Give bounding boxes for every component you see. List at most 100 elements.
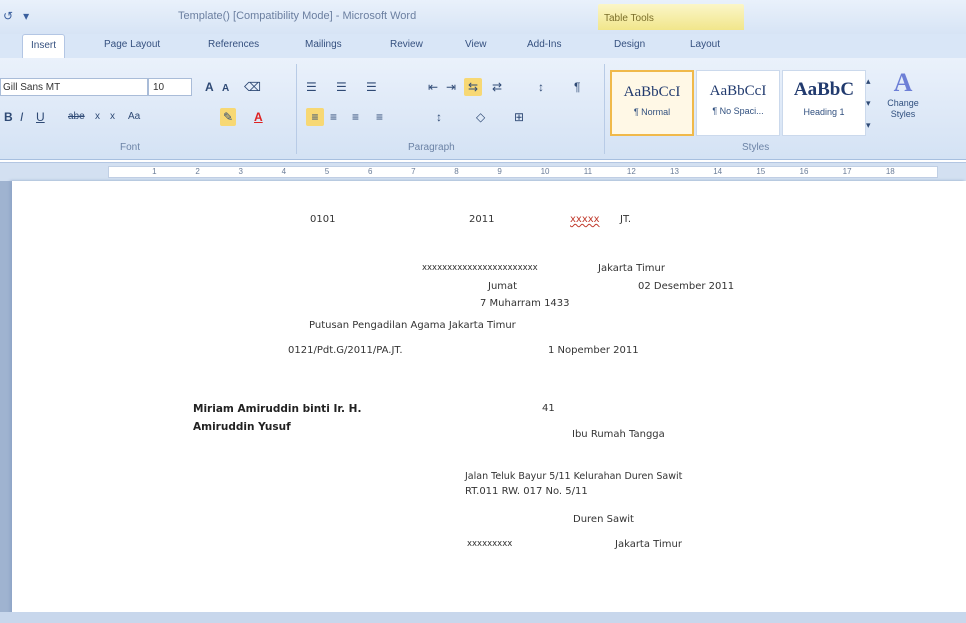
doc-text: Duren Sawit bbox=[573, 514, 634, 525]
strikethrough-button[interactable]: abe bbox=[68, 108, 85, 126]
status-bar bbox=[0, 612, 966, 623]
justify-icon[interactable]: ≡ bbox=[376, 108, 383, 126]
ruler-tick-label: 6 bbox=[367, 167, 373, 176]
style-no-spacing[interactable]: AaBbCcI ¶ No Spaci... bbox=[696, 70, 780, 136]
align-right-icon[interactable]: ≡ bbox=[352, 108, 359, 126]
doc-text-bold: Amiruddin Yusuf bbox=[193, 421, 291, 433]
doc-text: 1 Nopember 2011 bbox=[548, 345, 639, 356]
doc-text: Putusan Pengadilan Agama Jakarta Timur bbox=[309, 320, 516, 331]
undo-icon[interactable]: ↺ bbox=[0, 9, 16, 23]
text-direction-icon[interactable]: ⇆ bbox=[464, 78, 482, 96]
document-area: 0101 2011 xxxxx JT. xxxxxxxxxxxxxxxxxxxx… bbox=[0, 181, 966, 623]
quick-access-toolbar: ↺ ▾ bbox=[0, 6, 32, 26]
align-center-icon[interactable]: ≡ bbox=[330, 108, 337, 126]
ruler-tick-label: 9 bbox=[497, 167, 502, 176]
doc-text: 02 Desember 2011 bbox=[638, 281, 735, 292]
table-tools-group: Table Tools bbox=[598, 4, 744, 30]
show-formatting-button[interactable]: ¶ bbox=[574, 78, 580, 96]
ruler-tick-label: 5 bbox=[324, 167, 330, 176]
table-tools-label: Table Tools bbox=[604, 13, 654, 24]
ribbon-tabs: Insert Page Layout References Mailings R… bbox=[0, 34, 966, 59]
ruler-tick-label: 12 bbox=[626, 167, 636, 176]
tab-design[interactable]: Design bbox=[614, 39, 645, 50]
style-sample: AaBbCcI bbox=[709, 83, 767, 99]
ruler-tick-label: 4 bbox=[281, 167, 287, 176]
tab-references[interactable]: References bbox=[208, 39, 259, 50]
rtl-icon[interactable]: ⇄ bbox=[492, 78, 502, 96]
window-title: Template() [Compatibility Mode] - Micros… bbox=[178, 10, 417, 22]
ruler-tick-label: 14 bbox=[713, 167, 723, 176]
bold-button[interactable]: B bbox=[4, 108, 13, 126]
doc-text: 2011 bbox=[469, 214, 495, 225]
font-color-button[interactable]: A bbox=[254, 108, 263, 126]
style-normal[interactable]: AaBbCcI ¶ Normal bbox=[610, 70, 694, 136]
font-size-box[interactable]: 10 bbox=[148, 78, 192, 96]
align-left-icon[interactable]: ≡ bbox=[306, 108, 324, 126]
grow-font-button[interactable]: A bbox=[205, 78, 214, 96]
ruler-tick-label: 10 bbox=[540, 167, 550, 176]
doc-text: Jakarta Timur bbox=[598, 263, 665, 274]
sort-icon[interactable]: ↕ bbox=[538, 78, 544, 96]
styles-scroll-up-icon[interactable]: ▴ bbox=[866, 72, 871, 90]
vertical-ruler bbox=[0, 181, 12, 623]
multilevel-list-icon[interactable]: ☰ bbox=[366, 78, 377, 96]
change-styles-button[interactable]: A Change Styles bbox=[876, 68, 930, 140]
doc-text: 41 bbox=[542, 403, 555, 414]
change-styles-icon: A bbox=[893, 68, 913, 97]
document-page[interactable]: 0101 2011 xxxxx JT. xxxxxxxxxxxxxxxxxxxx… bbox=[12, 181, 966, 623]
doc-text: JT. bbox=[620, 214, 632, 225]
font-group-label: Font bbox=[120, 142, 141, 153]
clear-formatting-icon[interactable]: ⌫ bbox=[244, 78, 261, 96]
ruler-tick-label: 2 bbox=[195, 167, 200, 176]
styles-more-icon[interactable]: ▾ bbox=[866, 116, 871, 134]
ruler-tick-label: 8 bbox=[454, 167, 459, 176]
doc-text: Jalan Teluk Bayur 5/11 Kelurahan Duren S… bbox=[465, 471, 683, 482]
subscript-button[interactable]: x bbox=[95, 108, 100, 126]
font-name-box[interactable]: Gill Sans MT bbox=[0, 78, 148, 96]
style-name: ¶ No Spaci... bbox=[712, 106, 764, 116]
change-case-button[interactable]: Aa bbox=[128, 108, 140, 126]
paragraph-group-label: Paragraph bbox=[408, 142, 455, 153]
tab-view[interactable]: View bbox=[465, 39, 487, 50]
highlight-icon[interactable]: ✎ bbox=[220, 108, 236, 126]
ribbon: Gill Sans MT 10 A A ⌫ B I U abe x x Aa ✎… bbox=[0, 58, 966, 160]
doc-text: 0121/Pdt.G/2011/PA.JT. bbox=[288, 345, 403, 356]
doc-text: Ibu Rumah Tangga bbox=[572, 429, 665, 440]
tab-review[interactable]: Review bbox=[390, 39, 423, 50]
doc-text: RT.011 RW. 017 No. 5/11 bbox=[465, 486, 588, 497]
styles-scroll-down-icon[interactable]: ▾ bbox=[866, 94, 871, 112]
ruler-tick-label: 15 bbox=[756, 167, 766, 176]
doc-text: xxxxxxxxx bbox=[467, 539, 513, 549]
decrease-indent-icon[interactable]: ⇤ bbox=[428, 78, 438, 96]
tab-insert[interactable]: Insert bbox=[22, 34, 66, 58]
tab-add-ins[interactable]: Add-Ins bbox=[527, 39, 561, 50]
ruler-tick-label: 13 bbox=[670, 167, 679, 176]
tab-page-layout[interactable]: Page Layout bbox=[104, 39, 160, 50]
borders-icon[interactable]: ⊞ bbox=[514, 108, 524, 126]
ruler-tick-label: 17 bbox=[842, 167, 852, 176]
shading-icon[interactable]: ◇ bbox=[476, 108, 485, 126]
qat-dropdown-icon[interactable]: ▾ bbox=[20, 9, 32, 23]
tab-layout[interactable]: Layout bbox=[690, 39, 720, 50]
increase-indent-icon[interactable]: ⇥ bbox=[446, 78, 456, 96]
ribbon-separator bbox=[604, 64, 605, 154]
numbering-icon[interactable]: ☰ bbox=[336, 78, 347, 96]
line-spacing-icon[interactable]: ↕ bbox=[436, 108, 442, 126]
italic-button[interactable]: I bbox=[20, 108, 23, 126]
underline-button[interactable]: U bbox=[36, 108, 45, 126]
ruler-tick-label: 7 bbox=[411, 167, 416, 176]
style-sample: AaBbC bbox=[793, 79, 855, 100]
ruler-tick-label: 3 bbox=[238, 167, 243, 176]
styles-group-label: Styles bbox=[742, 142, 770, 153]
style-name: ¶ Normal bbox=[633, 107, 671, 117]
ruler: 1 2 3 4 5 6 7 8 9 10 11 12 13 14 15 16 17 18 bbox=[0, 162, 966, 182]
superscript-button[interactable]: x bbox=[110, 108, 115, 126]
doc-text: Jakarta Timur bbox=[615, 539, 682, 550]
doc-text: 0101 bbox=[310, 214, 336, 225]
tab-mailings[interactable]: Mailings bbox=[305, 39, 342, 50]
bullets-icon[interactable]: ☰ bbox=[306, 78, 317, 96]
doc-text-misspelled: xxxxx bbox=[570, 214, 600, 225]
style-heading-1[interactable]: AaBbC Heading 1 bbox=[782, 70, 866, 136]
shrink-font-button[interactable]: A bbox=[222, 80, 229, 98]
ruler-tick-label: 11 bbox=[583, 167, 593, 176]
